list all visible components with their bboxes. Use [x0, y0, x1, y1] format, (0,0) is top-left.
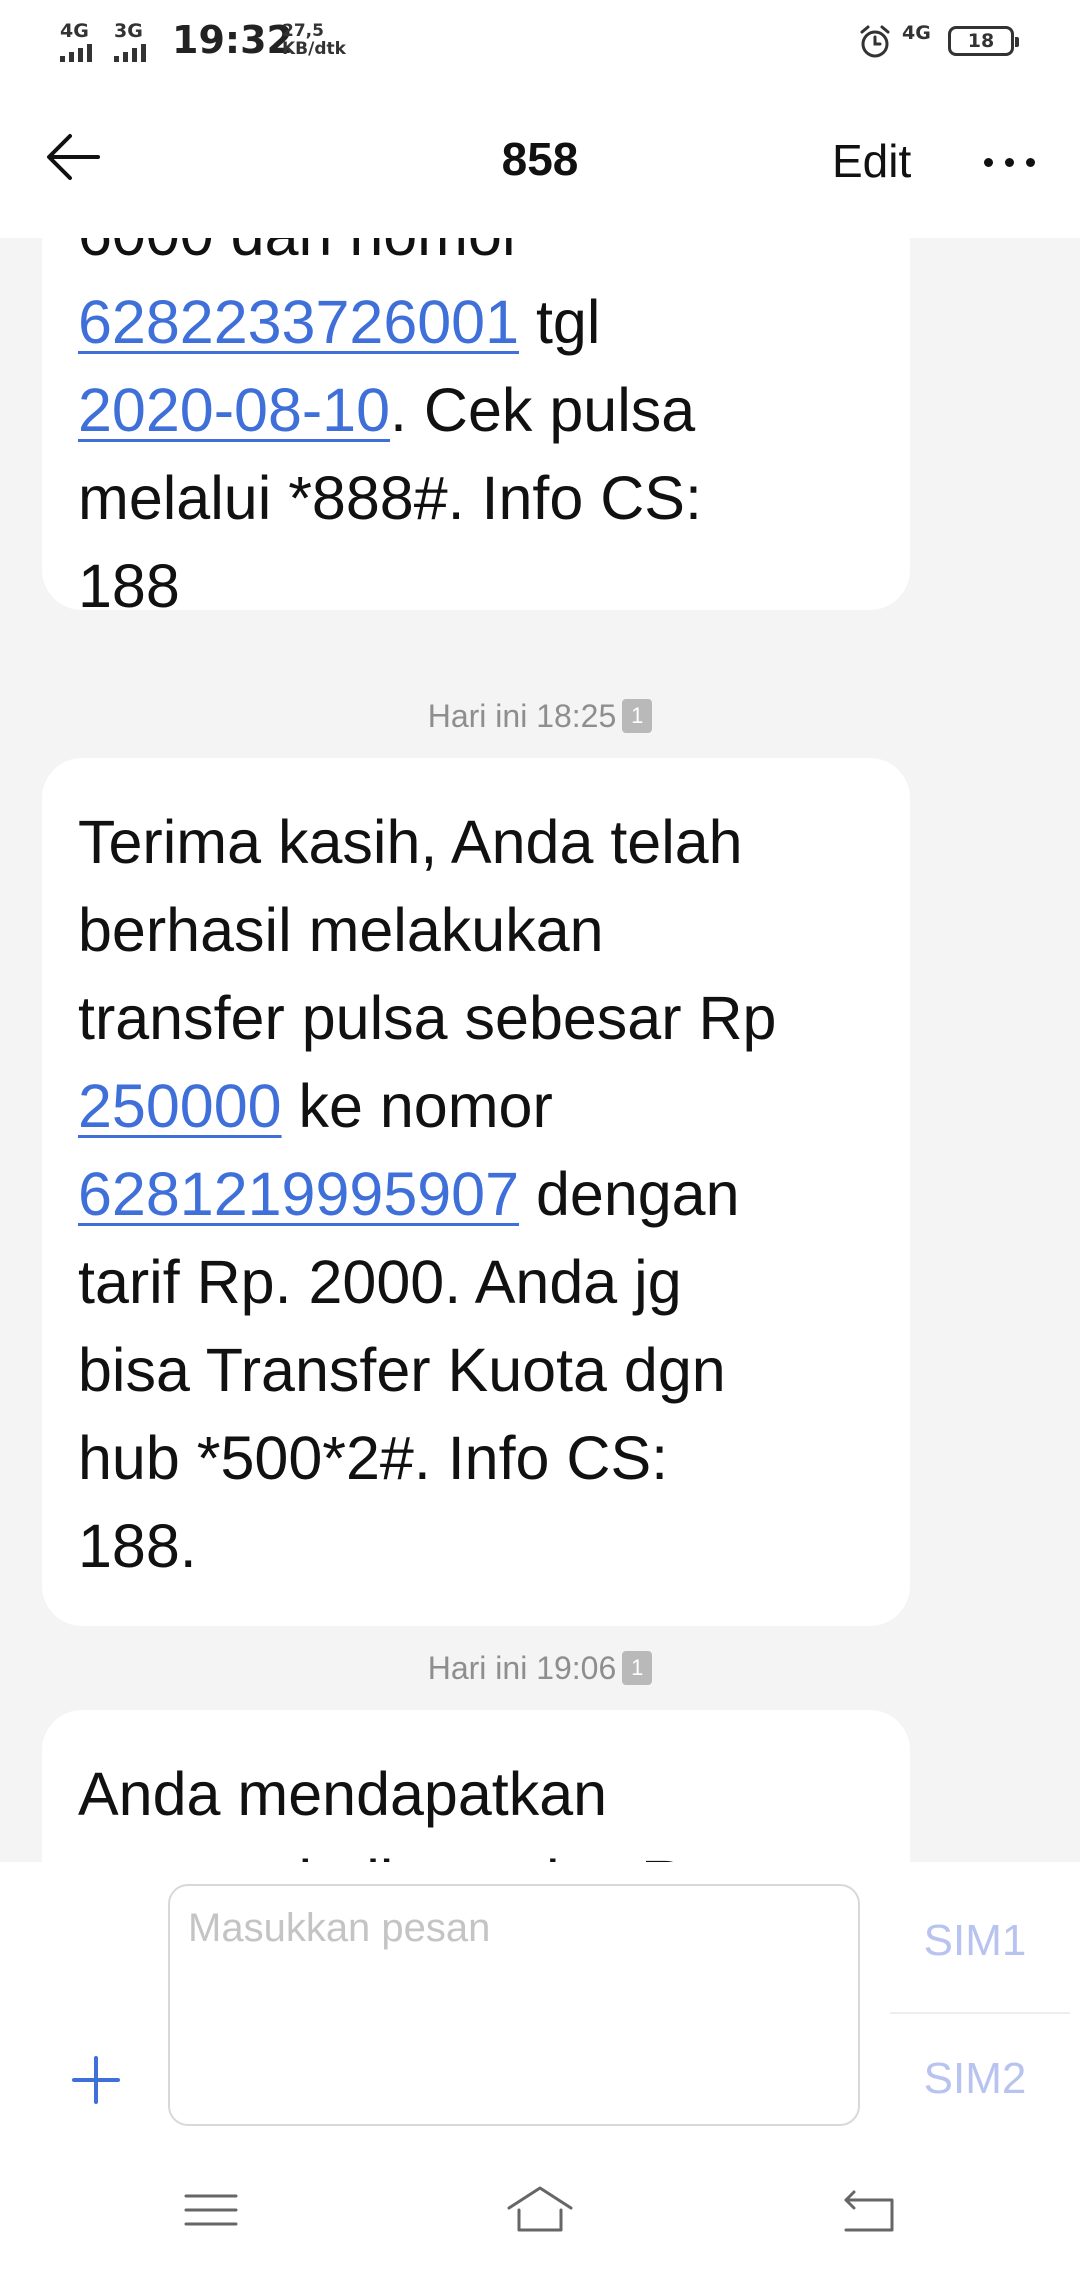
more-options-icon[interactable] — [984, 152, 1044, 172]
message-text: tarif Rp. 2000. Anda jg — [78, 1248, 682, 1316]
message-line: hub *500*2#. Info CS: — [78, 1414, 874, 1502]
message-line: berhasil melakukan — [78, 886, 874, 974]
message-line: 6281219995907 dengan — [78, 1150, 874, 1238]
send-sim1-button[interactable]: SIM1 — [890, 1916, 1060, 1966]
message-line: Anda mendapatkan — [78, 1750, 874, 1838]
message-input-placeholder: Masukkan pesan — [188, 1906, 491, 1950]
conversation-header: 858 Edit — [0, 82, 1080, 238]
back-arrow-icon[interactable] — [40, 122, 110, 192]
message-text: dengan — [519, 1160, 740, 1228]
message-timestamp: Hari ini 19:06 1 — [0, 1650, 1080, 1688]
message-text: 6000 dari nomor — [78, 238, 522, 268]
message-input[interactable]: Masukkan pesan — [168, 1884, 860, 2126]
message-text: tgl — [519, 288, 601, 356]
battery-level: 18 — [967, 30, 995, 52]
message-line: Terima kasih, Anda telah — [78, 798, 874, 886]
back-icon[interactable] — [834, 2180, 904, 2240]
message-line: 188 — [78, 542, 874, 630]
sim-badge: 1 — [622, 1650, 653, 1685]
message-bubble[interactable]: 6000 dari nomor6282233726001 tgl2020-08-… — [42, 238, 910, 620]
message-line: transfer pulsa sebesar Rp — [78, 974, 874, 1062]
message-line: pengembalian pulsa Rp — [78, 1838, 874, 1862]
message-composer: Masukkan pesan SIM1 SIM2 — [0, 1862, 1080, 2140]
message-text: 188 — [78, 552, 180, 620]
message-text: . Cek pulsa — [390, 376, 696, 444]
message-text: transfer pulsa sebesar Rp — [78, 984, 777, 1052]
message-text: hub *500*2#. Info CS: — [78, 1424, 669, 1492]
message-timestamp: Hari ini 18:25 1 — [0, 698, 1080, 736]
clock: 19:32 — [172, 18, 293, 62]
message-link[interactable]: 250000 — [78, 1072, 282, 1140]
home-icon[interactable] — [505, 2180, 575, 2240]
send-sim2-button[interactable]: SIM2 — [890, 2054, 1060, 2104]
message-text: berhasil melakukan — [78, 896, 604, 964]
message-bubble[interactable]: Terima kasih, Anda telah berhasil melakuk… — [42, 758, 910, 1626]
network-type-2: 3G — [114, 20, 143, 42]
message-text: bisa Transfer Kuota dgn — [78, 1336, 726, 1404]
message-text: melalui *888#. Info CS: — [78, 464, 702, 532]
message-line: 6282233726001 tgl — [78, 278, 874, 366]
message-text: Anda mendapatkan — [78, 1760, 608, 1828]
message-text: pengembalian pulsa Rp — [78, 1848, 719, 1862]
message-link[interactable]: 2020-08-10 — [78, 376, 390, 444]
battery-icon: 18 — [948, 26, 1019, 56]
plus-icon[interactable] — [70, 2054, 122, 2106]
sim-badge: 1 — [622, 698, 653, 733]
divider — [890, 2012, 1070, 2014]
message-line: 250000 ke nomor — [78, 1062, 874, 1150]
message-link[interactable]: 6281219995907 — [78, 1160, 519, 1228]
alarm-icon — [860, 25, 890, 58]
message-text: 188. — [78, 1512, 197, 1580]
edit-button[interactable]: Edit — [832, 134, 911, 188]
message-line: 2020-08-10. Cek pulsa — [78, 366, 874, 454]
message-line: bisa Transfer Kuota dgn — [78, 1326, 874, 1414]
message-line: 188. — [78, 1502, 874, 1590]
navigation-bar — [0, 2140, 1080, 2280]
message-link[interactable]: 6282233726001 — [78, 288, 519, 356]
contact-title: 858 — [501, 133, 579, 185]
signal-icon — [114, 44, 146, 62]
network-type-1: 4G — [60, 20, 89, 42]
message-list[interactable]: 6000 dari nomor6282233726001 tgl2020-08-… — [0, 238, 1080, 1862]
data-type: 4G — [902, 22, 931, 44]
message-line: 6000 dari nomor — [78, 238, 874, 278]
network-speed: 27,5 KB/dtk — [282, 22, 346, 58]
message-text: ke nomor — [281, 1072, 553, 1140]
message-line: tarif Rp. 2000. Anda jg — [78, 1238, 874, 1326]
timestamp-text: Hari ini 19:06 — [427, 1650, 617, 1686]
speed-unit: KB/dtk — [282, 39, 346, 59]
status-bar: 4G 3G 19:32 27,5 KB/dtk 4G 18 — [0, 0, 1080, 82]
menu-icon[interactable] — [176, 2180, 246, 2240]
message-bubble[interactable]: Anda mendapatkan pengembalian pulsa Rp — [42, 1710, 910, 1862]
timestamp-text: Hari ini 18:25 — [427, 698, 617, 734]
speed-value: 27,5 — [282, 21, 324, 41]
message-text: Terima kasih, Anda telah — [78, 808, 743, 876]
message-line: melalui *888#. Info CS: — [78, 454, 874, 542]
signal-icon — [60, 44, 92, 62]
